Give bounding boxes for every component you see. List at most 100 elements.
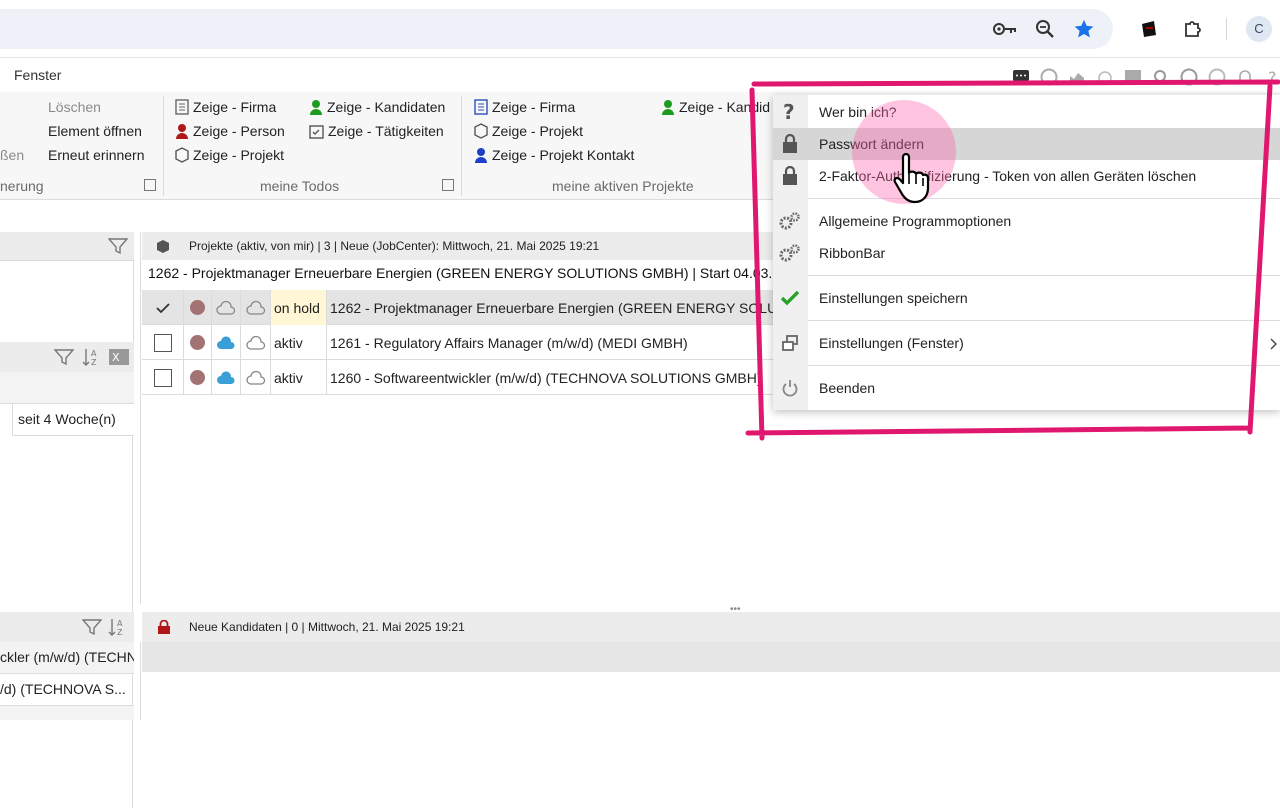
splitter[interactable]: ••• <box>0 604 1280 615</box>
cloud-outline-icon[interactable] <box>241 325 271 360</box>
document-icon <box>175 99 189 115</box>
ribbon-zeige-projekt[interactable]: Zeige - Projekt <box>175 147 284 163</box>
menu-item-allgemeine-programmoptionen[interactable]: Allgemeine Programmoptionen <box>773 205 1280 237</box>
profile-avatar[interactable]: C <box>1246 16 1272 42</box>
puzzle-icon[interactable] <box>1181 17 1205 41</box>
svg-text:Z: Z <box>91 358 97 367</box>
kandidaten-column-header <box>142 642 1280 672</box>
group-launcher-icon[interactable] <box>442 179 454 191</box>
cloud-outline-icon[interactable] <box>241 360 271 395</box>
svg-text:Z: Z <box>117 628 123 637</box>
menu-item-beenden[interactable]: Beenden <box>773 372 1280 404</box>
clock-icon[interactable] <box>1178 66 1200 88</box>
ribbon-zeige-projekt-kontakt-label: Zeige - Projekt Kontakt <box>492 147 635 163</box>
ribbon-zeige-projekt-kontakt[interactable]: Zeige - Projekt Kontakt <box>474 147 634 163</box>
row-checkbox[interactable] <box>142 290 184 325</box>
cloud-outline-icon[interactable] <box>212 290 241 325</box>
projects-pane: Projekte (aktiv, von mir) | 3 | Neue (Jo… <box>142 232 782 612</box>
menu-separator <box>808 275 1280 276</box>
lock-icon <box>779 165 801 187</box>
sort-az-icon[interactable]: AZ <box>108 617 128 637</box>
ribbon-erneut-erinnern[interactable]: Erneut erinnern <box>48 147 145 163</box>
ribbon-zeige-projekt-2-label: Zeige - Projekt <box>492 123 584 139</box>
ribbon-zeige-firma[interactable]: Zeige - Firma <box>175 99 276 115</box>
ribbon-zeige-person[interactable]: Zeige - Person <box>175 123 285 139</box>
menu-fenster[interactable]: Fenster <box>14 67 61 83</box>
table-row[interactable]: aktiv 1260 - Softwareentwickler (m/w/d) … <box>142 360 782 395</box>
person-green-icon <box>662 100 674 115</box>
settings-dropdown-menu: ? Wer bin ich? Passwort ändern 2-Faktor-… <box>773 95 1280 410</box>
chart-icon[interactable] <box>1066 66 1088 88</box>
lock-red-icon <box>158 620 170 634</box>
cloud-outline-icon[interactable] <box>241 290 271 325</box>
ribbon-zeige-person-label: Zeige - Person <box>193 123 285 139</box>
ribbon-element-oeffnen[interactable]: Element öffnen <box>48 123 142 139</box>
compass-icon[interactable] <box>1038 66 1060 88</box>
menu-separator <box>808 320 1280 321</box>
projects-header-text: Projekte (aktiv, von mir) | 3 | Neue (Jo… <box>189 239 600 253</box>
chat-icon[interactable] <box>1010 66 1032 88</box>
cloud-filled-icon[interactable] <box>212 360 241 395</box>
status-dot <box>184 360 212 395</box>
status-dot <box>184 290 212 325</box>
sort-az-icon[interactable]: AZ <box>82 347 102 367</box>
filter-icon[interactable] <box>108 238 128 254</box>
menu-item-passwort-aendern[interactable]: Passwort ändern <box>773 128 1280 160</box>
menu-item-wer-bin-ich[interactable]: ? Wer bin ich? <box>773 96 1280 128</box>
svg-text:?: ? <box>1268 68 1277 86</box>
ribbon-zeige-firma-label: Zeige - Firma <box>193 99 277 115</box>
list-item[interactable]: /d) (TECHNOVA S... <box>0 674 134 706</box>
row-checkbox[interactable] <box>142 325 184 360</box>
cloud-icon[interactable] <box>1094 66 1116 88</box>
ribbon-zeige-taetigkeiten[interactable]: Zeige - Tätigkeiten <box>309 123 444 139</box>
windows-icon <box>779 332 801 354</box>
search-icon[interactable] <box>1150 66 1172 88</box>
ribbon-zeige-firma-2[interactable]: Zeige - Firma <box>474 99 575 115</box>
gears-icon <box>779 210 801 232</box>
menu-item-label: Allgemeine Programmoptionen <box>819 213 1012 229</box>
bell-icon[interactable] <box>1234 66 1256 88</box>
pane-border <box>140 642 141 720</box>
table-row[interactable]: on hold 1262 - Projektmanager Erneuerbar… <box>142 290 782 325</box>
history-icon[interactable] <box>1206 66 1228 88</box>
list-item[interactable]: ckler (m/w/d) (TECHN <box>0 642 134 674</box>
key-icon[interactable] <box>993 17 1017 41</box>
box-icon <box>157 240 169 253</box>
filter-icon[interactable] <box>54 349 74 365</box>
box-icon <box>474 123 488 139</box>
menu-separator <box>808 198 1280 199</box>
browser-toolbar: C <box>0 0 1280 58</box>
bookmark-star-icon[interactable] <box>1072 17 1096 41</box>
row-checkbox[interactable] <box>142 360 184 395</box>
menu-item-2fa-token-loeschen[interactable]: 2-Faktor-Authentifizierung - Token von a… <box>773 160 1280 192</box>
checkmark-icon <box>779 287 801 309</box>
project-name-cell: 1260 - Softwareentwickler (m/w/d) (TECHN… <box>330 369 762 386</box>
extension-icon[interactable] <box>1137 17 1161 41</box>
address-bar[interactable] <box>0 9 1113 49</box>
ribbon-divider <box>461 96 462 196</box>
menu-item-einstellungen-fenster[interactable]: Einstellungen (Fenster) <box>773 327 1280 359</box>
ribbon-zeige-kandidaten[interactable]: Zeige - Kandidaten <box>309 99 445 115</box>
ribbon-zeige-kandidaten-2[interactable]: Zeige - Kandid <box>661 99 770 115</box>
menu-item-label: Einstellungen (Fenster) <box>819 335 964 351</box>
menu-item-einstellungen-speichern[interactable]: Einstellungen speichern <box>773 282 1280 314</box>
menu-item-label: Einstellungen speichern <box>819 290 968 306</box>
filter-icon[interactable] <box>82 619 102 635</box>
cloud-filled-icon[interactable] <box>212 325 241 360</box>
quick-toolbar: ? <box>1010 66 1280 88</box>
excel-export-icon[interactable]: X <box>108 347 130 367</box>
table-row[interactable]: aktiv 1261 - Regulatory Affairs Manager … <box>142 325 782 360</box>
ribbon-loeschen[interactable]: Löschen <box>48 99 101 115</box>
ribbon-zeige-projekt-2[interactable]: Zeige - Projekt <box>474 123 583 139</box>
group-launcher-icon[interactable] <box>144 179 156 191</box>
left-pane-header <box>0 232 134 260</box>
menu-item-ribbonbar[interactable]: RibbonBar <box>773 237 1280 269</box>
help-icon[interactable]: ? <box>1262 66 1280 88</box>
list-item[interactable] <box>0 706 134 720</box>
svg-text:X: X <box>112 351 120 364</box>
excel-icon[interactable] <box>1122 66 1144 88</box>
projects-header: Projekte (aktiv, von mir) | 3 | Neue (Jo… <box>142 232 782 260</box>
chevron-right-icon <box>1270 338 1277 350</box>
ribbon-schliessen-partial[interactable]: ßen <box>0 147 24 163</box>
zoom-icon[interactable] <box>1033 17 1057 41</box>
